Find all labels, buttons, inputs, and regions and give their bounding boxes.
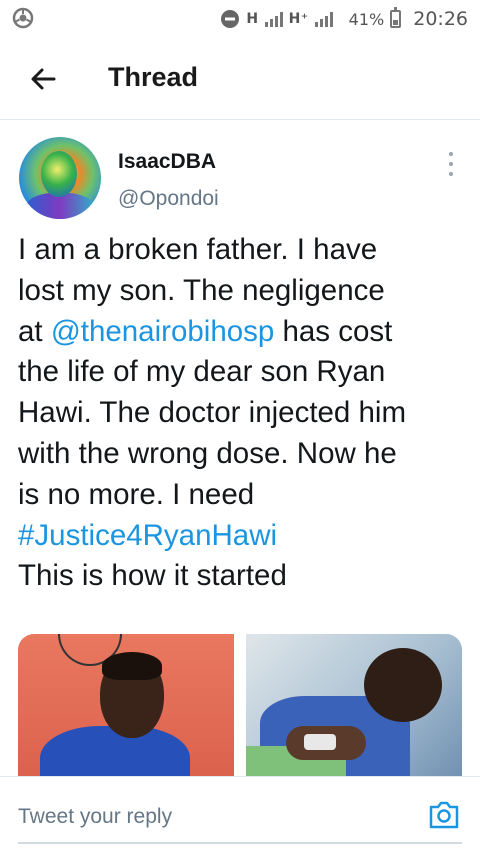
tweet-line: Hawi. The doctor injected him [18, 396, 407, 430]
reply-input[interactable]: Tweet your reply [18, 805, 172, 829]
status-bar: H H⁺ 41% 20:26 [0, 0, 480, 38]
mention-link[interactable]: @thenairobihosp [51, 315, 274, 348]
network-type-1: H [246, 11, 259, 27]
tweet-line: is no more. I need [18, 477, 255, 511]
arrow-left-icon[interactable] [26, 62, 60, 96]
signal-icon [264, 11, 283, 27]
app-header: Thread [0, 38, 480, 120]
reply-underline [18, 842, 462, 844]
tweet-text-fragment: at [18, 314, 51, 348]
tweet-line: lost my son. The negligence [18, 273, 385, 307]
tweet-line: at @thenairobihosp has cost [18, 312, 468, 353]
tweet-text-fragment: has cost [274, 314, 393, 348]
tweet-line: with the wrong dose. Now he [18, 436, 397, 470]
tweet-photo-2[interactable] [246, 634, 462, 784]
user-name[interactable]: IsaacDBA [118, 150, 216, 174]
user-handle[interactable]: @Opondoi [118, 187, 219, 211]
avatar[interactable] [19, 137, 101, 219]
do-not-disturb-icon [221, 10, 240, 28]
reply-bar: Tweet your reply [0, 776, 480, 854]
camera-icon[interactable] [427, 799, 461, 831]
clock: 20:26 [413, 8, 468, 30]
tweet-text: I am a broken father. I have lost my son… [18, 230, 468, 597]
tweet-line: the life of my dear son Ryan [18, 355, 386, 389]
signal-icon-2 [314, 11, 333, 27]
tweet-line: This is how it started [18, 559, 287, 593]
tweet-photo-1[interactable] [18, 634, 234, 784]
hashtag-link[interactable]: #Justice4RyanHawi [18, 516, 468, 557]
battery-icon [390, 7, 402, 28]
browser-icon [12, 7, 34, 33]
tweet-line: I am a broken father. I have [18, 233, 378, 266]
more-options-icon[interactable] [447, 152, 455, 176]
page-title: Thread [108, 62, 199, 92]
network-type-2: H⁺ [288, 11, 309, 27]
battery-percent: 41% [348, 9, 385, 29]
